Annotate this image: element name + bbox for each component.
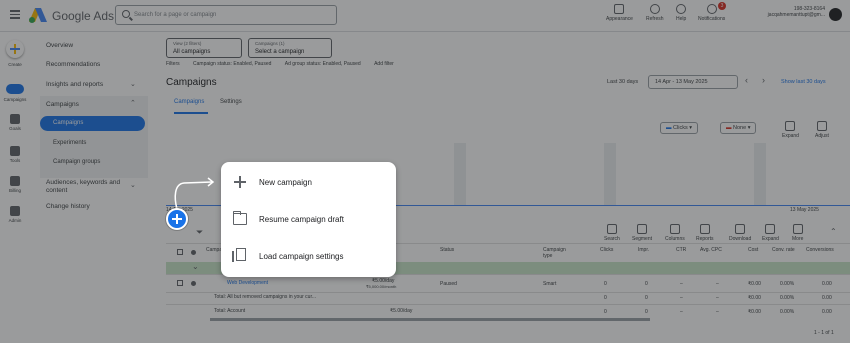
copy-icon [232, 248, 246, 262]
menu-item-resume-draft[interactable]: Resume campaign draft [221, 201, 396, 237]
arrow-icon [174, 177, 215, 210]
menu-item-label: Load campaign settings [259, 252, 344, 261]
menu-item-label: Resume campaign draft [259, 215, 344, 224]
plus-icon [233, 176, 247, 188]
folder-icon [232, 211, 247, 225]
menu-item-new-campaign[interactable]: New campaign [221, 164, 396, 200]
add-campaign-fab[interactable] [166, 208, 188, 230]
create-campaign-menu: New campaign Resume campaign draft Load … [221, 162, 396, 277]
menu-item-load-settings[interactable]: Load campaign settings [221, 238, 396, 274]
menu-item-label: New campaign [259, 178, 312, 187]
modal-scrim[interactable] [0, 0, 850, 343]
